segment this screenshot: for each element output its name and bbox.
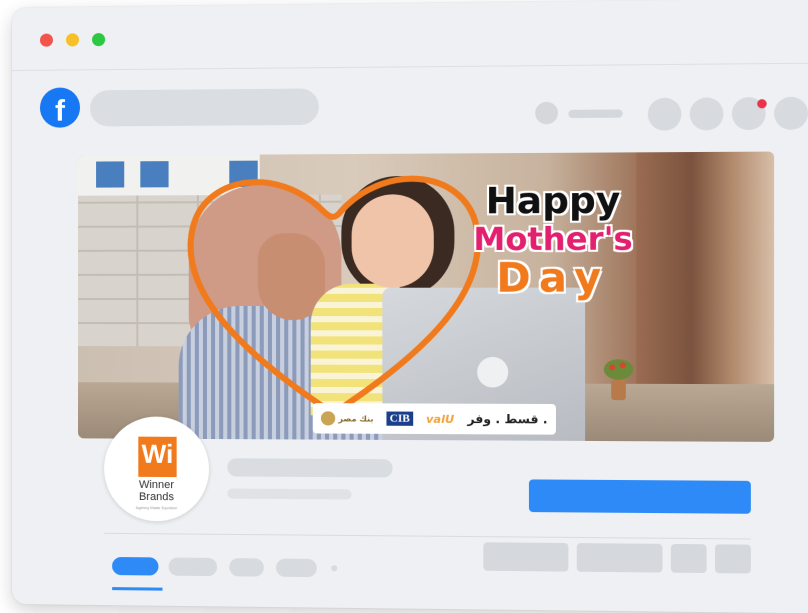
brand-tagline: Agency Made Eqvation — [104, 505, 209, 511]
tab-more-dot[interactable] — [331, 565, 337, 571]
brand-name-line2: Brands — [139, 491, 174, 503]
greeting-happy: Happy — [470, 183, 636, 220]
mothers-day-greeting: Happy Mother's Day — [470, 183, 636, 299]
banque-misr-seal-icon — [321, 411, 335, 425]
action-button-3[interactable] — [671, 544, 707, 573]
tab-posts[interactable] — [112, 557, 158, 576]
cover-photo[interactable]: Happy Mother's Day بنك مصر CIB valU قسط … — [78, 152, 774, 442]
maximize-window-button[interactable] — [92, 33, 105, 46]
browser-window: f Happy Mother's Day بنك مصر CIB valU قس… — [12, 0, 808, 613]
plant-icon — [602, 357, 635, 402]
tab-videos[interactable] — [276, 559, 317, 578]
slogan-text: قسط . وفر . — [467, 412, 547, 427]
heart-outline-icon — [171, 153, 498, 428]
greeting-day: Day — [470, 258, 636, 299]
primary-action-button[interactable] — [529, 479, 751, 513]
action-button-1[interactable] — [483, 542, 568, 571]
profile-divider — [104, 533, 751, 540]
banque-misr-logo: بنك مصر — [321, 411, 374, 425]
notification-badge — [757, 99, 767, 108]
tab-photos[interactable] — [229, 558, 264, 577]
close-window-button[interactable] — [40, 34, 53, 47]
facebook-logo-icon[interactable]: f — [40, 87, 80, 127]
partner-logos-strip: بنك مصر CIB valU قسط . وفر . — [313, 403, 556, 435]
logo-mark-text: Wi — [138, 441, 176, 467]
browser-titlebar — [12, 0, 808, 71]
search-bar-placeholder[interactable] — [90, 88, 319, 126]
minimize-window-button[interactable] — [66, 33, 79, 46]
banque-misr-label: بنك مصر — [338, 414, 373, 423]
greeting-mothers: Mother's — [470, 224, 636, 256]
profile-avatar[interactable]: Wi Winner Brands Agency Made Eqvation — [104, 416, 209, 521]
menu-button[interactable] — [648, 98, 682, 131]
messenger-button[interactable] — [690, 97, 724, 130]
cib-logo: CIB — [387, 412, 413, 426]
account-button[interactable] — [774, 97, 808, 130]
action-button-2[interactable] — [577, 543, 663, 572]
valu-logo: valU — [426, 412, 454, 425]
nav-label-placeholder — [568, 109, 622, 118]
brand-name-line1: Winner — [139, 479, 174, 491]
nav-profile-placeholder[interactable] — [535, 102, 558, 125]
facebook-logo-letter: f — [40, 87, 80, 127]
page-name-placeholder — [227, 458, 392, 477]
winner-brands-logo-icon: Wi — [138, 437, 176, 477]
brand-name: Winner Brands — [104, 479, 209, 504]
page-subtitle-placeholder — [227, 489, 351, 500]
tab-about[interactable] — [169, 558, 218, 577]
active-tab-indicator — [112, 587, 162, 591]
action-button-4[interactable] — [715, 544, 751, 573]
